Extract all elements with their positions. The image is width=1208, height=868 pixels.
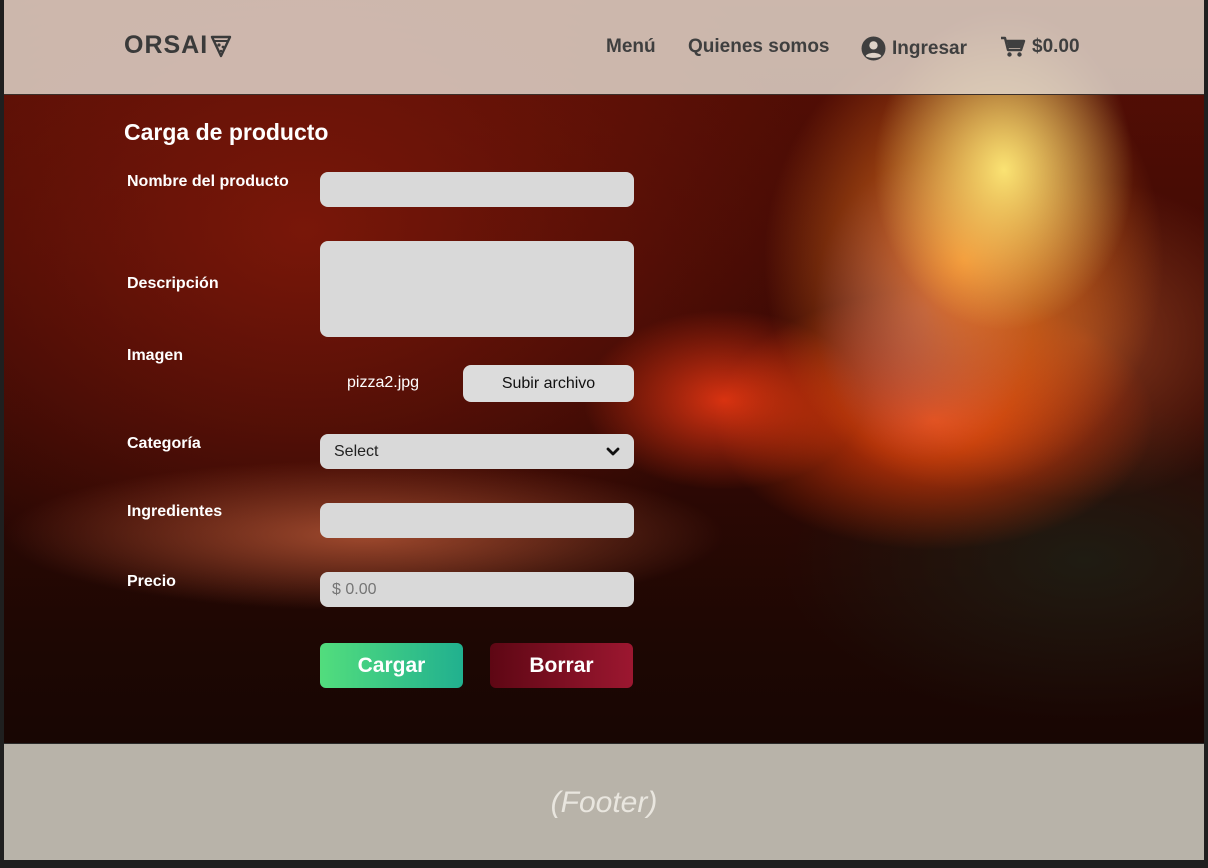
reset-button[interactable]: Borrar (490, 643, 633, 688)
reset-label: Borrar (529, 653, 594, 677)
price-label: Precio (127, 573, 176, 590)
ingredients-label: Ingredientes (127, 503, 223, 520)
nav-about-link[interactable]: Quienes somos (688, 36, 830, 58)
nav-cart-link[interactable]: $0.00 (1000, 36, 1080, 58)
nav-login-link[interactable]: Ingresar (861, 36, 967, 61)
category-selected-value: Select (334, 442, 379, 460)
logo-text: ORSAI (124, 31, 209, 59)
footer-text: (Footer) (550, 785, 658, 819)
image-file-name: pizza2.jpg (347, 374, 420, 391)
ingredients-input[interactable] (320, 503, 634, 538)
site-header: ORSAI Menú Quienes somos Ingresar $0.00 (4, 0, 1204, 95)
site-footer: (Footer) (4, 743, 1204, 860)
image-label: Imagen (127, 347, 184, 364)
nav-menu-label: Menú (606, 36, 656, 57)
submit-button[interactable]: Cargar (320, 643, 463, 688)
upload-file-label: Subir archivo (501, 374, 596, 392)
submit-label: Cargar (357, 653, 426, 677)
user-circle-icon (861, 36, 886, 61)
page-title: Carga de producto (124, 119, 329, 145)
cart-total: $0.00 (1032, 36, 1080, 57)
pizza-slice-icon (210, 35, 232, 57)
description-label: Descripción (127, 275, 219, 292)
upload-file-button[interactable]: Subir archivo (463, 365, 634, 402)
logo[interactable]: ORSAI (124, 31, 232, 60)
page-background: ORSAI Menú Quienes somos Ingresar $0.00 … (4, 0, 1204, 860)
shopping-cart-icon (1001, 36, 1026, 57)
product-name-input[interactable] (320, 172, 634, 207)
name-label: Nombre del producto (127, 173, 289, 190)
price-input[interactable] (320, 572, 634, 607)
nav-about-label: Quienes somos (688, 36, 830, 57)
category-label: Categoría (127, 435, 201, 452)
category-select[interactable]: Select (320, 434, 634, 469)
nav-menu-link[interactable]: Menú (606, 36, 656, 58)
nav-login-label: Ingresar (892, 37, 967, 59)
description-textarea[interactable] (320, 241, 634, 337)
chevron-down-icon (606, 447, 620, 455)
